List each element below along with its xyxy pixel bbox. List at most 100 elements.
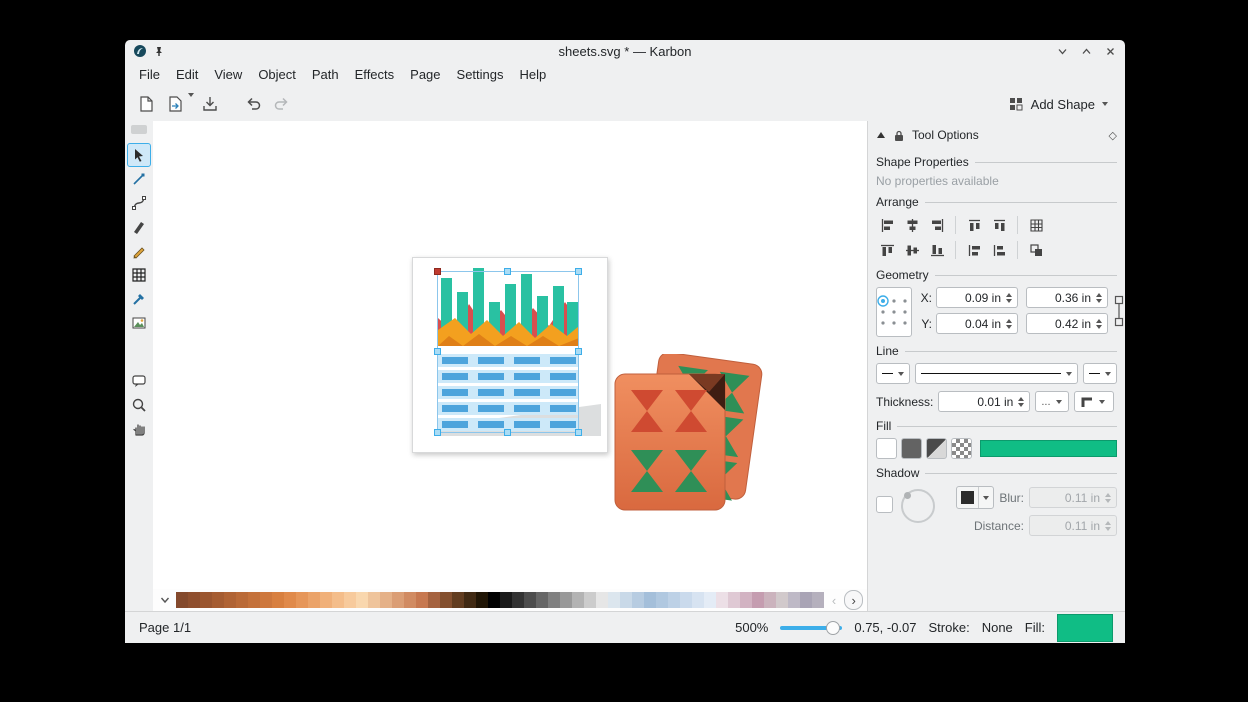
calligraphy-tool-button[interactable]: [127, 215, 151, 239]
width-spinbox[interactable]: 0.36 in: [1026, 287, 1108, 308]
save-document-icon[interactable]: [197, 91, 223, 117]
palette-swatch[interactable]: [224, 592, 236, 608]
shadow-distance-spinbox[interactable]: 0.11 in: [1029, 515, 1117, 536]
pencil-tool-button[interactable]: [127, 239, 151, 263]
shadow-angle-dial[interactable]: [901, 489, 935, 523]
pattern-tool-button[interactable]: [127, 263, 151, 287]
x-position-spinbox[interactable]: 0.09 in: [936, 287, 1018, 308]
line-cap-join-button[interactable]: [1074, 391, 1114, 412]
palette-swatch[interactable]: [404, 592, 416, 608]
palette-swatch[interactable]: [704, 592, 716, 608]
keep-aspect-ratio-icon[interactable]: [1114, 295, 1124, 327]
palette-swatch[interactable]: [188, 592, 200, 608]
shadow-color-button[interactable]: [956, 486, 994, 509]
canvas[interactable]: [153, 121, 867, 589]
align-top-icon[interactable]: [876, 239, 898, 261]
redo-icon[interactable]: [269, 91, 295, 117]
palette-swatch[interactable]: [476, 592, 488, 608]
palette-swatch[interactable]: [392, 592, 404, 608]
selection-tool-button[interactable]: [127, 143, 151, 167]
align-left-icon[interactable]: [876, 214, 898, 236]
palette-swatch[interactable]: [200, 592, 212, 608]
palette-swatch[interactable]: [272, 592, 284, 608]
arrange-table-icon[interactable]: [1025, 214, 1047, 236]
undo-icon[interactable]: [240, 91, 266, 117]
palette-swatch[interactable]: [644, 592, 656, 608]
palette-scroll-left-icon[interactable]: ‹: [826, 591, 843, 609]
palette-swatch[interactable]: [788, 592, 800, 608]
palette-swatch[interactable]: [500, 592, 512, 608]
menu-object[interactable]: Object: [250, 63, 304, 86]
palette-swatch[interactable]: [296, 592, 308, 608]
palette-swatch[interactable]: [524, 592, 536, 608]
open-recent-chevron-icon[interactable]: [188, 97, 194, 112]
palette-swatch[interactable]: [236, 592, 248, 608]
align-right-icon[interactable]: [926, 214, 948, 236]
palette-swatch[interactable]: [728, 592, 740, 608]
open-document-icon[interactable]: [162, 91, 188, 117]
palette-swatch[interactable]: [800, 592, 812, 608]
palette-swatch[interactable]: [572, 592, 584, 608]
add-shape-button[interactable]: Add Shape: [1000, 93, 1117, 116]
distribute-h-center-icon[interactable]: [988, 214, 1010, 236]
dash-pattern-combo[interactable]: ...: [1035, 391, 1069, 412]
palette-swatch[interactable]: [512, 592, 524, 608]
pin-icon[interactable]: [153, 45, 165, 57]
zoom-slider[interactable]: [780, 621, 842, 635]
palette-swatch[interactable]: [464, 592, 476, 608]
bezier-tool-button[interactable]: [127, 191, 151, 215]
menu-edit[interactable]: Edit: [168, 63, 206, 86]
fill-color-swatch[interactable]: [1057, 614, 1113, 642]
menu-view[interactable]: View: [206, 63, 250, 86]
palette-swatch[interactable]: [620, 592, 632, 608]
new-document-icon[interactable]: [133, 91, 159, 117]
maximize-window-icon[interactable]: [1079, 44, 1093, 58]
palette-scroll-right-icon[interactable]: ›: [844, 590, 863, 610]
palette-swatch[interactable]: [248, 592, 260, 608]
pan-tool-button[interactable]: [127, 417, 151, 441]
distribute-h-left-icon[interactable]: [963, 214, 985, 236]
palette-swatch[interactable]: [176, 592, 188, 608]
palette-swatch[interactable]: [428, 592, 440, 608]
line-style-combo[interactable]: [915, 363, 1078, 384]
line-start-marker-combo[interactable]: [876, 363, 910, 384]
palette-swatch[interactable]: [656, 592, 668, 608]
height-spinbox[interactable]: 0.42 in: [1026, 313, 1108, 334]
palette-swatch[interactable]: [776, 592, 788, 608]
palette-swatch[interactable]: [716, 592, 728, 608]
palette-swatch[interactable]: [584, 592, 596, 608]
palette-swatch[interactable]: [332, 592, 344, 608]
sheets-document-artwork[interactable]: [613, 354, 763, 514]
menu-file[interactable]: File: [131, 63, 168, 86]
palette-swatch[interactable]: [368, 592, 380, 608]
distribute-v-center-icon[interactable]: [988, 239, 1010, 261]
chart-artwork[interactable]: [412, 257, 608, 453]
shade-window-icon[interactable]: [1055, 44, 1069, 58]
palette-swatch[interactable]: [440, 592, 452, 608]
line-end-marker-combo[interactable]: [1083, 363, 1117, 384]
zoom-tool-button[interactable]: [127, 393, 151, 417]
align-bottom-icon[interactable]: [926, 239, 948, 261]
fill-none-button[interactable]: [876, 438, 897, 459]
collapse-docker-icon[interactable]: [876, 131, 886, 139]
shape-tool-button[interactable]: [127, 369, 151, 393]
fill-solid-button[interactable]: [901, 438, 922, 459]
fill-color-bar[interactable]: [980, 440, 1117, 457]
palette-swatch[interactable]: [344, 592, 356, 608]
palette-swatch[interactable]: [356, 592, 368, 608]
y-position-spinbox[interactable]: 0.04 in: [936, 313, 1018, 334]
shadow-blur-spinbox[interactable]: 0.11 in: [1029, 487, 1117, 508]
fill-pattern-button[interactable]: [951, 438, 972, 459]
palette-swatch[interactable]: [308, 592, 320, 608]
palette-swatch[interactable]: [560, 592, 572, 608]
menu-page[interactable]: Page: [402, 63, 448, 86]
thickness-spinbox[interactable]: 0.01 in: [938, 391, 1030, 412]
shadow-enable-checkbox[interactable]: [876, 496, 893, 513]
palette-swatch[interactable]: [752, 592, 764, 608]
align-hcenter-icon[interactable]: [901, 214, 923, 236]
palette-swatch[interactable]: [740, 592, 752, 608]
palette-swatch[interactable]: [608, 592, 620, 608]
distribute-v-top-icon[interactable]: [963, 239, 985, 261]
gradient-tool-button[interactable]: [127, 311, 151, 335]
float-docker-icon[interactable]: ◇: [1109, 129, 1117, 142]
